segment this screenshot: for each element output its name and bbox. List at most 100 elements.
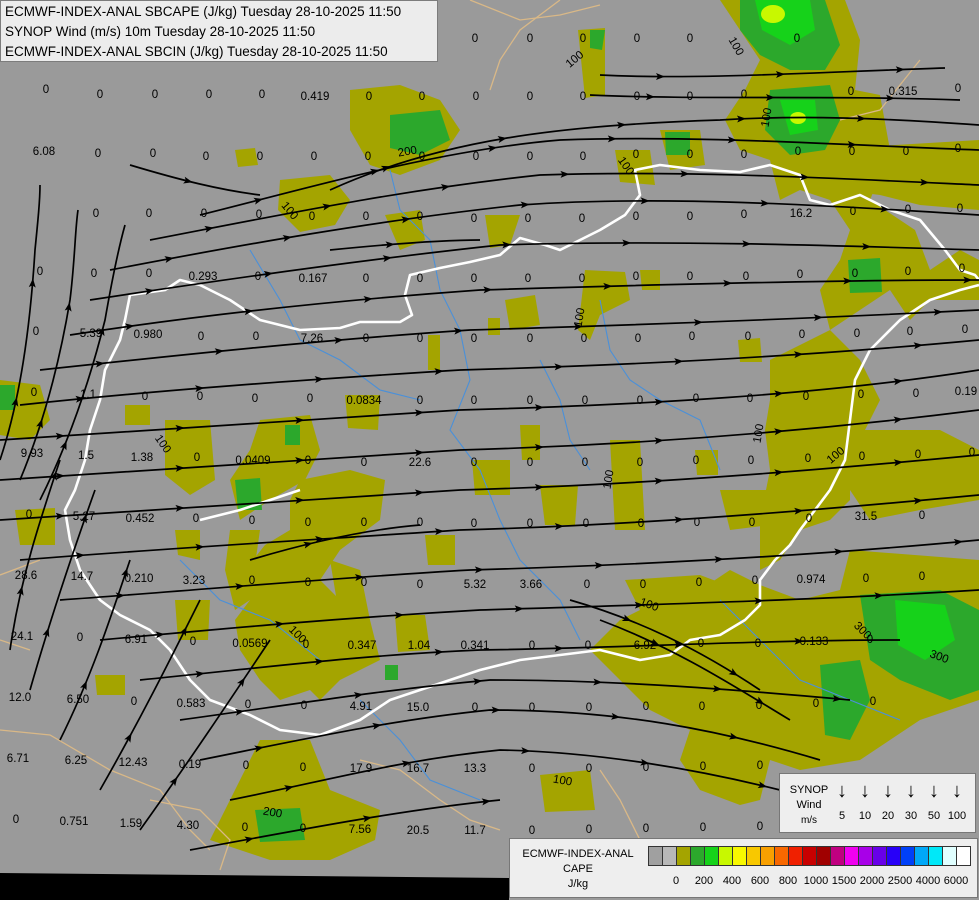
sbcin-value: 0 xyxy=(687,91,693,103)
sbcin-value: 0 xyxy=(756,700,762,712)
sbcin-value: 0 xyxy=(131,696,137,708)
sbcin-value: 0.167 xyxy=(299,273,328,285)
sbcin-value: 20.5 xyxy=(407,825,429,837)
cape-color-swatch xyxy=(942,846,957,866)
sbcin-value: 9.93 xyxy=(21,448,43,460)
sbcin-value: 0 xyxy=(417,517,423,529)
sbcin-value: 0.133 xyxy=(800,636,829,648)
sbcin-value: 0 xyxy=(870,696,876,708)
sbcin-value: 0 xyxy=(91,268,97,280)
cape-legend-title-line: CAPE xyxy=(563,863,593,875)
sbcin-value: 0 xyxy=(634,33,640,45)
sbcin-value: 0 xyxy=(957,203,963,215)
cape-color-swatch xyxy=(718,846,733,866)
sbcin-value: 1.5 xyxy=(78,450,94,462)
sbcin-value: 0 xyxy=(755,638,761,650)
sbcin-value: 0 xyxy=(252,393,258,405)
cape-color-swatch xyxy=(900,846,915,866)
cape-color-swatch xyxy=(830,846,845,866)
sbcin-value: 0 xyxy=(206,89,212,101)
sbcin-value: 17.9 xyxy=(350,763,372,775)
sbcin-value: 0.0409 xyxy=(235,455,270,467)
sbcin-value: 0 xyxy=(527,91,533,103)
cape-region xyxy=(385,665,398,680)
sbcin-value: 0.751 xyxy=(60,816,89,828)
sbcin-value: 0 xyxy=(633,149,639,161)
sbcin-value: 0.980 xyxy=(134,329,163,341)
sbcin-value: 0 xyxy=(417,211,423,223)
sbcin-value: 0 xyxy=(959,263,965,275)
sbcin-value: 3.66 xyxy=(520,579,542,591)
sbcin-value: 0 xyxy=(190,636,196,648)
cape-color-swatch xyxy=(732,846,747,866)
sbcin-value: 0 xyxy=(795,146,801,158)
sbcin-value: 0 xyxy=(582,457,588,469)
sbcin-value: 0 xyxy=(525,273,531,285)
sbcin-value: 0.419 xyxy=(301,91,330,103)
sbcin-value: 0 xyxy=(33,326,39,338)
sbcin-value: 0 xyxy=(366,91,372,103)
sbcin-value: 0 xyxy=(95,148,101,160)
sbcin-value: 0 xyxy=(152,89,158,101)
sbcin-value: 0 xyxy=(635,333,641,345)
sbcin-value: 0 xyxy=(797,269,803,281)
sbcin-value: 14.7 xyxy=(71,571,93,583)
sbcin-value: 0 xyxy=(417,273,423,285)
sbcin-value: 0 xyxy=(805,453,811,465)
sbcin-value: 0 xyxy=(473,151,479,163)
sbcin-value: 0 xyxy=(193,513,199,525)
sbcin-value: 0 xyxy=(363,211,369,223)
sbcin-value: 0 xyxy=(799,329,805,341)
sbcin-value: 0 xyxy=(305,577,311,589)
sbcin-value: 0 xyxy=(361,517,367,529)
sbcin-value: 0 xyxy=(471,273,477,285)
sbcin-value: 0 xyxy=(903,146,909,158)
sbcin-value: 0 xyxy=(699,701,705,713)
sbcin-value: 0 xyxy=(97,89,103,101)
sbcin-value: 0 xyxy=(201,208,207,220)
sbcin-value: 0 xyxy=(749,517,755,529)
sbcin-value: 0 xyxy=(472,702,478,714)
cape-region xyxy=(505,295,540,330)
cape-region xyxy=(520,425,540,460)
sbcin-value: 0 xyxy=(849,146,855,158)
wind-legend-title: SYNOP Wind m/s xyxy=(786,783,832,828)
sbcin-value: 0 xyxy=(852,268,858,280)
sbcin-value: 0 xyxy=(150,148,156,160)
sbcin-value: 1.1 xyxy=(80,389,96,401)
sbcin-value: 0 xyxy=(249,575,255,587)
sbcin-value: 0 xyxy=(582,395,588,407)
sbcin-value: 0 xyxy=(687,271,693,283)
sbcin-value: 0 xyxy=(300,762,306,774)
sbcin-value: 0 xyxy=(850,206,856,218)
cape-legend-title-line: ECMWF-INDEX-ANAL xyxy=(522,848,634,860)
sbcin-value: 0.19 xyxy=(955,386,977,398)
sbcin-value: 16.7 xyxy=(407,763,429,775)
streamline-arrowhead xyxy=(253,197,263,205)
sbcin-value: 0.19 xyxy=(179,759,201,771)
sbcin-value: 0.0834 xyxy=(346,395,382,407)
sbcin-value: 0 xyxy=(527,151,533,163)
sbcin-value: 6.08 xyxy=(33,146,55,158)
arrow-down-icon: ↓ xyxy=(929,780,939,802)
sbcin-value: 0 xyxy=(794,33,800,45)
sbcin-value: 16.2 xyxy=(790,208,812,220)
sbcin-value: 4.30 xyxy=(177,820,199,832)
sbcin-value: 0 xyxy=(473,91,479,103)
cape-color-swatch xyxy=(956,846,971,866)
cape-region xyxy=(0,385,15,410)
sbcin-value: 0 xyxy=(93,208,99,220)
wind-legend-speed: 5 xyxy=(838,810,846,822)
sbcin-value: 0 xyxy=(583,518,589,530)
sbcin-value: 0 xyxy=(848,86,854,98)
sbcin-value: 0 xyxy=(752,575,758,587)
cape-color-scale xyxy=(648,846,971,866)
sbcin-value: 0 xyxy=(527,457,533,469)
sbcin-value: 0 xyxy=(643,823,649,835)
cape-color-swatch xyxy=(648,846,663,866)
cape-color-swatch xyxy=(872,846,887,866)
cape-color-swatch xyxy=(704,846,719,866)
streamline-arrowhead xyxy=(42,627,50,638)
wind-legend: SYNOP Wind m/s ↓ 5 ↓ 10 ↓ 20 ↓ 30 ↓ 50 ↓ 100 xyxy=(779,773,976,833)
sbcin-value: 0 xyxy=(689,331,695,343)
